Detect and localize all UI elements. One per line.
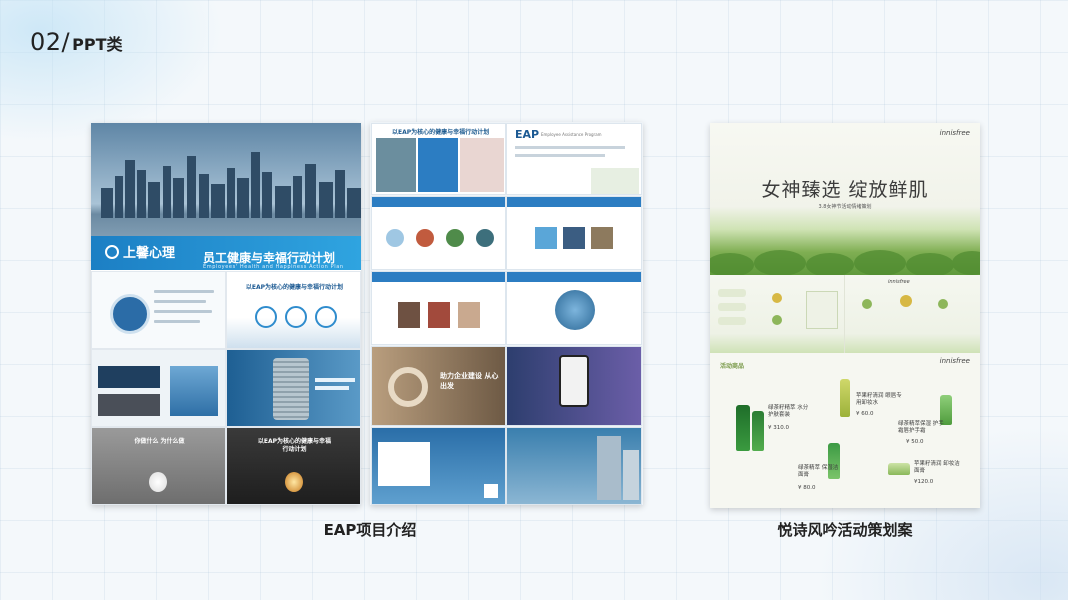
slide-thumb-coins	[226, 349, 361, 427]
caption-innisfree: 悦诗风吟活动策划案	[777, 521, 913, 539]
slide-cases-right	[506, 271, 642, 345]
eap-thumbnail-detail[interactable]: 以EAP为核心的健康与幸福行动计划 EAP Employee Assistanc…	[370, 122, 643, 505]
innisfree-products-slide: 活动商品 innisfree 绿茶籽精萃 水分护肤套装 ¥ 310.0 苹果籽清…	[710, 353, 980, 503]
section-label: 活动商品	[720, 363, 745, 370]
slide-cases-left	[371, 271, 506, 345]
top-slide-title: 以EAP为核心的健康与幸福行动计划	[392, 129, 490, 136]
slide-thumb-overview	[91, 271, 226, 349]
product-3-price: ¥ 50.0	[906, 439, 924, 445]
glowing-bulb-icon	[285, 472, 303, 492]
eap-subtitle: Employee Assistance Program	[541, 132, 602, 137]
product-1-name: 绿茶籽精萃 水分护肤套装	[768, 405, 809, 419]
slide-rope-left: 助力企业建设 从心出发	[371, 346, 506, 426]
slide-thumb-bulb-grey: 你做什么 为什么做	[91, 427, 226, 505]
innisfree-cover-slide: innisfree 女神臻选 绽放鲜肌 3.8女神节活动情绪策划	[710, 123, 980, 275]
slide-plan-title: 以EAP为核心的健康与幸福行动计划	[245, 284, 344, 291]
brand-name: 上馨心理	[123, 246, 176, 261]
cover-title-en: Employees' Health and Happiness Action P…	[203, 264, 344, 270]
tea-field-illustration	[710, 250, 980, 275]
cover-title: 女神臻选 绽放鲜肌	[761, 179, 929, 201]
section-heading: 02/ PPT类	[30, 28, 123, 56]
brand-logo-top: innisfree	[939, 129, 970, 137]
slide-partners-left	[371, 427, 506, 505]
slide-services-left	[371, 196, 506, 270]
product-4-price: ¥ 80.0	[798, 485, 816, 491]
product-4-name: 绿茶精萃 保湿洁面膏	[798, 465, 839, 479]
product-5-price: ¥120.0	[914, 479, 934, 485]
product-bottle-cleansing-water	[840, 379, 850, 417]
dark-slide-title: 以EAP为核心的健康与幸福行动计划	[257, 438, 332, 453]
bulb-slide-text: 你做什么 为什么做	[134, 438, 185, 445]
slogan-text: 助力企业建设 从心出发	[440, 372, 499, 390]
slide-services-right	[506, 196, 642, 270]
circle-diagram-icon	[110, 294, 150, 334]
brand-logo-bottom: innisfree	[939, 357, 970, 365]
slide-phone-right	[506, 346, 642, 426]
product-bottle-set	[736, 405, 750, 451]
caption-eap: EAP项目介绍	[323, 521, 417, 539]
slide-eap-intro-right: EAP Employee Assistance Program	[506, 123, 642, 195]
heart-badge-icon	[105, 244, 119, 259]
eap-label: EAP	[515, 128, 540, 141]
slide-thumb-handshake	[91, 349, 226, 427]
slide-building-right	[506, 427, 642, 505]
innisfree-thumbnail[interactable]: innisfree 女神臻选 绽放鲜肌 3.8女神节活动情绪策划 innisfr…	[710, 123, 980, 508]
brand-logo: 上馨心理	[105, 242, 175, 261]
product-5-name: 苹果籽清润 卸妆洁面膏	[914, 461, 960, 475]
cover-subtitle: 3.8女神节活动情绪策划	[818, 204, 872, 210]
city-skyline-illustration	[101, 152, 361, 218]
slide-thumb-bulb-dark: 以EAP为核心的健康与幸福行动计划	[226, 427, 361, 505]
slide-thumb-core-plan: 以EAP为核心的健康与幸福行动计划	[226, 271, 361, 349]
product-1-price: ¥ 310.0	[768, 425, 789, 431]
innisfree-flow-slides: innisfree	[710, 275, 980, 353]
product-3-name: 绿茶精萃保湿 护手霜唇护手霜	[898, 421, 944, 435]
light-bulb-icon	[149, 472, 167, 492]
city-cover-slide: 上馨心理 员工健康与幸福行动计划 Employees' Health and H…	[91, 123, 361, 270]
section-category: PPT类	[72, 35, 123, 54]
product-2-name: 苹果籽清润 眼唇专用卸妆水	[856, 393, 902, 407]
section-number: 02/	[30, 28, 71, 56]
product-2-price: ¥ 60.0	[856, 411, 874, 417]
slide-eap-intro-left: 以EAP为核心的健康与幸福行动计划	[371, 123, 506, 195]
product-jar-cleansing-balm	[888, 463, 910, 475]
eap-thumbnail-cover[interactable]: 上馨心理 员工健康与幸福行动计划 Employees' Health and H…	[91, 123, 361, 505]
